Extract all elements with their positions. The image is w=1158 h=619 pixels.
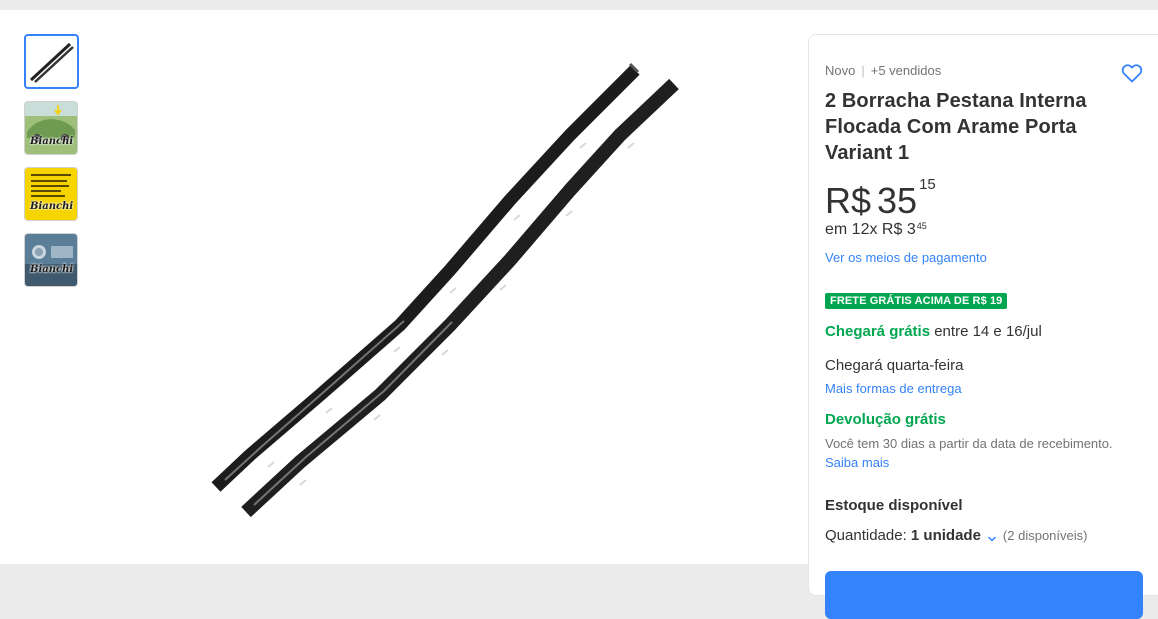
installments-cents: 45 — [916, 221, 927, 231]
quantity-selector[interactable]: Quantidade: 1 unidade (2 disponíveis) — [825, 527, 1087, 544]
price: R$ 35 15 — [825, 176, 936, 222]
thumbnail-gallery: Bianchi Bianchi Bianchi — [24, 34, 80, 299]
price-cents: 15 — [919, 176, 936, 193]
installments: em 12x R$ 345 — [825, 221, 927, 239]
quantity-label: Quantidade: — [825, 527, 907, 544]
free-return-desc: Você tem 30 dias a partir da data de rec… — [825, 436, 1113, 451]
thumbnail-car-photo[interactable]: Bianchi — [24, 101, 78, 155]
heart-outline-icon[interactable] — [1120, 61, 1144, 85]
main-product-image[interactable] — [150, 50, 750, 540]
sold-count: +5 vendidos — [870, 63, 942, 78]
quantity-value: 1 unidade — [910, 527, 981, 544]
thumbnail-car-front[interactable]: Bianchi — [24, 233, 78, 287]
buy-button[interactable] — [825, 571, 1143, 619]
condition-label: Novo — [825, 63, 856, 78]
thumbnail-brand-label: Bianchi — [30, 136, 74, 147]
condition-line: Novo | +5 vendidos — [825, 63, 941, 78]
more-shipping-link[interactable]: Mais formas de entrega — [825, 381, 962, 396]
chevron-down-icon — [987, 531, 997, 542]
quantity-available: (2 disponíveis) — [1002, 528, 1088, 543]
payment-methods-link[interactable]: Ver os meios de pagamento — [825, 250, 987, 265]
arrival-free-label: Chegará grátis — [825, 323, 931, 340]
product-page: Bianchi Bianchi Bianchi Novo | +5 vendid… — [0, 10, 1158, 619]
purchase-panel: Novo | +5 vendidos 2 Borracha Pestana Inte… — [808, 34, 1158, 619]
arrival-alt: Chegará quarta-feira — [825, 357, 964, 374]
installments-text: em 12x R$ 3 — [825, 221, 916, 238]
price-currency: R$ — [825, 180, 872, 221]
arrival-info: Chegará grátis entre 14 e 16/jul — [825, 323, 1042, 340]
thumbnail-brand-label: Bianchi — [30, 264, 74, 275]
thumbnail-rubber-strips[interactable] — [24, 34, 79, 89]
free-return-title: Devolução grátis — [825, 411, 946, 428]
separator: | — [861, 63, 865, 78]
product-title: 2 Borracha Pestana Interna Flocada Com A… — [825, 90, 1087, 164]
free-shipping-badge: FRETE GRÁTIS ACIMA DE R$ 19 — [825, 293, 1008, 309]
thumbnail-instructions[interactable]: Bianchi — [24, 167, 78, 221]
learn-more-link[interactable]: Saiba mais — [825, 455, 889, 470]
stock-status: Estoque disponível — [825, 497, 963, 514]
thumbnail-brand-label: Bianchi — [30, 201, 74, 212]
price-integer: 35 — [877, 180, 918, 221]
arrival-dates: entre 14 e 16/jul — [934, 323, 1042, 340]
